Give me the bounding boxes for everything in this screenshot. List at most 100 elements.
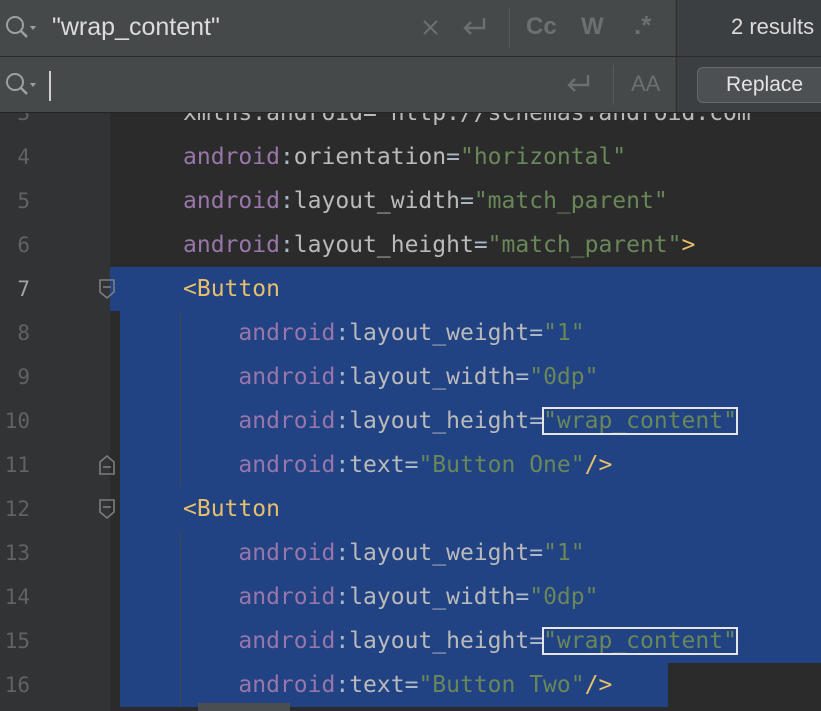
line-number: 11 <box>4 453 30 477</box>
replace-field[interactable]: AA <box>0 57 675 112</box>
code-line: 6 android:layout_height="match_parent"> <box>0 223 821 267</box>
attribute-token: orientation <box>293 144 447 170</box>
code-line: 11 android:text="Button One"/> <box>0 443 821 487</box>
value-token: "0dp" <box>529 584 599 610</box>
value-token: "1" <box>543 320 585 346</box>
namespace-token: android <box>183 232 280 258</box>
find-field[interactable]: "wrap_content" Cc W .* <box>0 0 675 56</box>
line-number: 15 <box>4 629 30 653</box>
code-line: 4 android:orientation="horizontal" <box>0 135 821 179</box>
text-caret <box>49 71 51 101</box>
value-token: "0dp" <box>529 364 599 390</box>
code-text: android:layout_height="match_parent"> <box>183 232 696 258</box>
replace-button[interactable]: Replace <box>697 67 821 103</box>
toolbar-separator <box>613 65 614 105</box>
attribute-token: text <box>349 452 405 478</box>
replace-actions: Replace <box>676 57 821 112</box>
results-panel: 2 results <box>676 0 821 56</box>
code-text: xmlns:android="http://schemas.android.co… <box>183 113 751 135</box>
tag-close-token: /> <box>584 452 613 478</box>
namespace-token: android <box>238 452 336 478</box>
line-number: 9 <box>17 365 30 389</box>
code-text: android:text="Button Two"/> <box>238 672 613 698</box>
code-text: android:layout_height="wrap_content" <box>238 407 738 435</box>
namespace-token: android <box>238 320 336 346</box>
code-token: xmlns:android="http://schemas.android.co… <box>183 113 751 126</box>
new-line-icon[interactable] <box>564 69 592 99</box>
code-text: android:layout_weight="1" <box>238 320 585 346</box>
results-count: 2 results <box>731 14 815 39</box>
tag-close-token: /> <box>584 672 613 698</box>
line-number: 6 <box>17 233 30 257</box>
namespace-token: android <box>238 628 336 654</box>
value-token: "horizontal" <box>459 144 627 170</box>
value-token: "Button One" <box>418 452 585 478</box>
code-text: android:layout_width="0dp" <box>238 364 599 390</box>
find-query[interactable]: "wrap_content" <box>52 13 220 42</box>
code-line: 15 android:layout_height="wrap_content" <box>0 619 821 663</box>
tag-token: <Button <box>183 496 280 522</box>
code-text: <Button <box>183 487 280 531</box>
namespace-token: android <box>238 584 336 610</box>
code-line: 7 <Button <box>0 267 821 311</box>
clear-icon[interactable] <box>420 12 442 42</box>
code-line: 3 xmlns:android="http://schemas.android.c… <box>0 113 821 135</box>
regex-icon[interactable]: .* <box>634 10 651 41</box>
attribute-token: layout_height <box>293 232 474 258</box>
line-number: 13 <box>4 541 30 565</box>
code-editor[interactable]: 3 xmlns:android="http://schemas.android.c… <box>0 113 821 711</box>
line-number: 10 <box>4 409 30 433</box>
line-number: 16 <box>4 673 30 697</box>
namespace-token: android <box>183 144 280 170</box>
code-line: 14 android:layout_width="0dp" <box>0 575 821 619</box>
fold-start-icon[interactable] <box>98 278 116 300</box>
code-line: 9 android:layout_width="0dp" <box>0 355 821 399</box>
namespace-token: android <box>183 188 280 214</box>
attribute-token: layout_width <box>293 188 460 214</box>
code-text: android:layout_width="0dp" <box>238 584 599 610</box>
code-line: 16 android:text="Button Two"/> <box>0 663 821 707</box>
replace-history-icon[interactable] <box>4 71 38 99</box>
code-text: android:layout_weight="1" <box>238 540 585 566</box>
attribute-token: text <box>349 672 405 698</box>
namespace-token: android <box>238 540 336 566</box>
value-token: "Button Two" <box>418 672 585 698</box>
tag-close-token: > <box>681 232 696 258</box>
preserve-case-icon[interactable]: AA <box>631 71 660 97</box>
code-text: android:orientation="horizontal" <box>183 144 627 170</box>
find-bar: "wrap_content" Cc W .* 2 results <box>0 0 821 57</box>
code-line: 8 android:layout_weight="1" <box>0 311 821 355</box>
attribute-token: layout_weight <box>349 320 530 346</box>
whole-words-icon[interactable]: W <box>581 13 604 41</box>
line-number: 5 <box>17 189 30 213</box>
fold-start-icon[interactable] <box>98 498 116 520</box>
line-number: 3 <box>17 113 30 125</box>
code-line: 12 <Button <box>0 487 821 531</box>
horizontal-scrollbar[interactable] <box>198 703 290 711</box>
code-text: <Button <box>183 267 280 311</box>
namespace-token: android <box>238 364 336 390</box>
match-case-icon[interactable]: Cc <box>526 13 557 41</box>
attribute-token: layout_width <box>349 584 516 610</box>
replace-bar: AA Replace <box>0 57 821 113</box>
attribute-token: layout_height <box>349 408 530 434</box>
value-token: "match_parent" <box>487 232 682 258</box>
code-text: android:layout_height="wrap_content" <box>238 627 738 655</box>
search-match: "wrap_content" <box>542 627 738 655</box>
value-token: "match_parent" <box>473 188 668 214</box>
attribute-token: layout_height <box>349 628 530 654</box>
value-token: "1" <box>543 540 585 566</box>
attribute-token: layout_weight <box>349 540 530 566</box>
new-line-icon[interactable] <box>460 12 488 42</box>
search-history-icon[interactable] <box>4 14 38 42</box>
code-line: 5 android:layout_width="match_parent" <box>0 179 821 223</box>
fold-end-icon[interactable] <box>98 454 116 476</box>
code-line: 13 android:layout_weight="1" <box>0 531 821 575</box>
line-number: 7 <box>17 277 30 301</box>
line-number: 12 <box>4 497 30 521</box>
code-text: android:layout_width="match_parent" <box>183 188 668 214</box>
line-number: 8 <box>17 321 30 345</box>
line-number: 14 <box>4 585 30 609</box>
namespace-token: android <box>238 672 336 698</box>
tag-token: <Button <box>183 276 280 302</box>
